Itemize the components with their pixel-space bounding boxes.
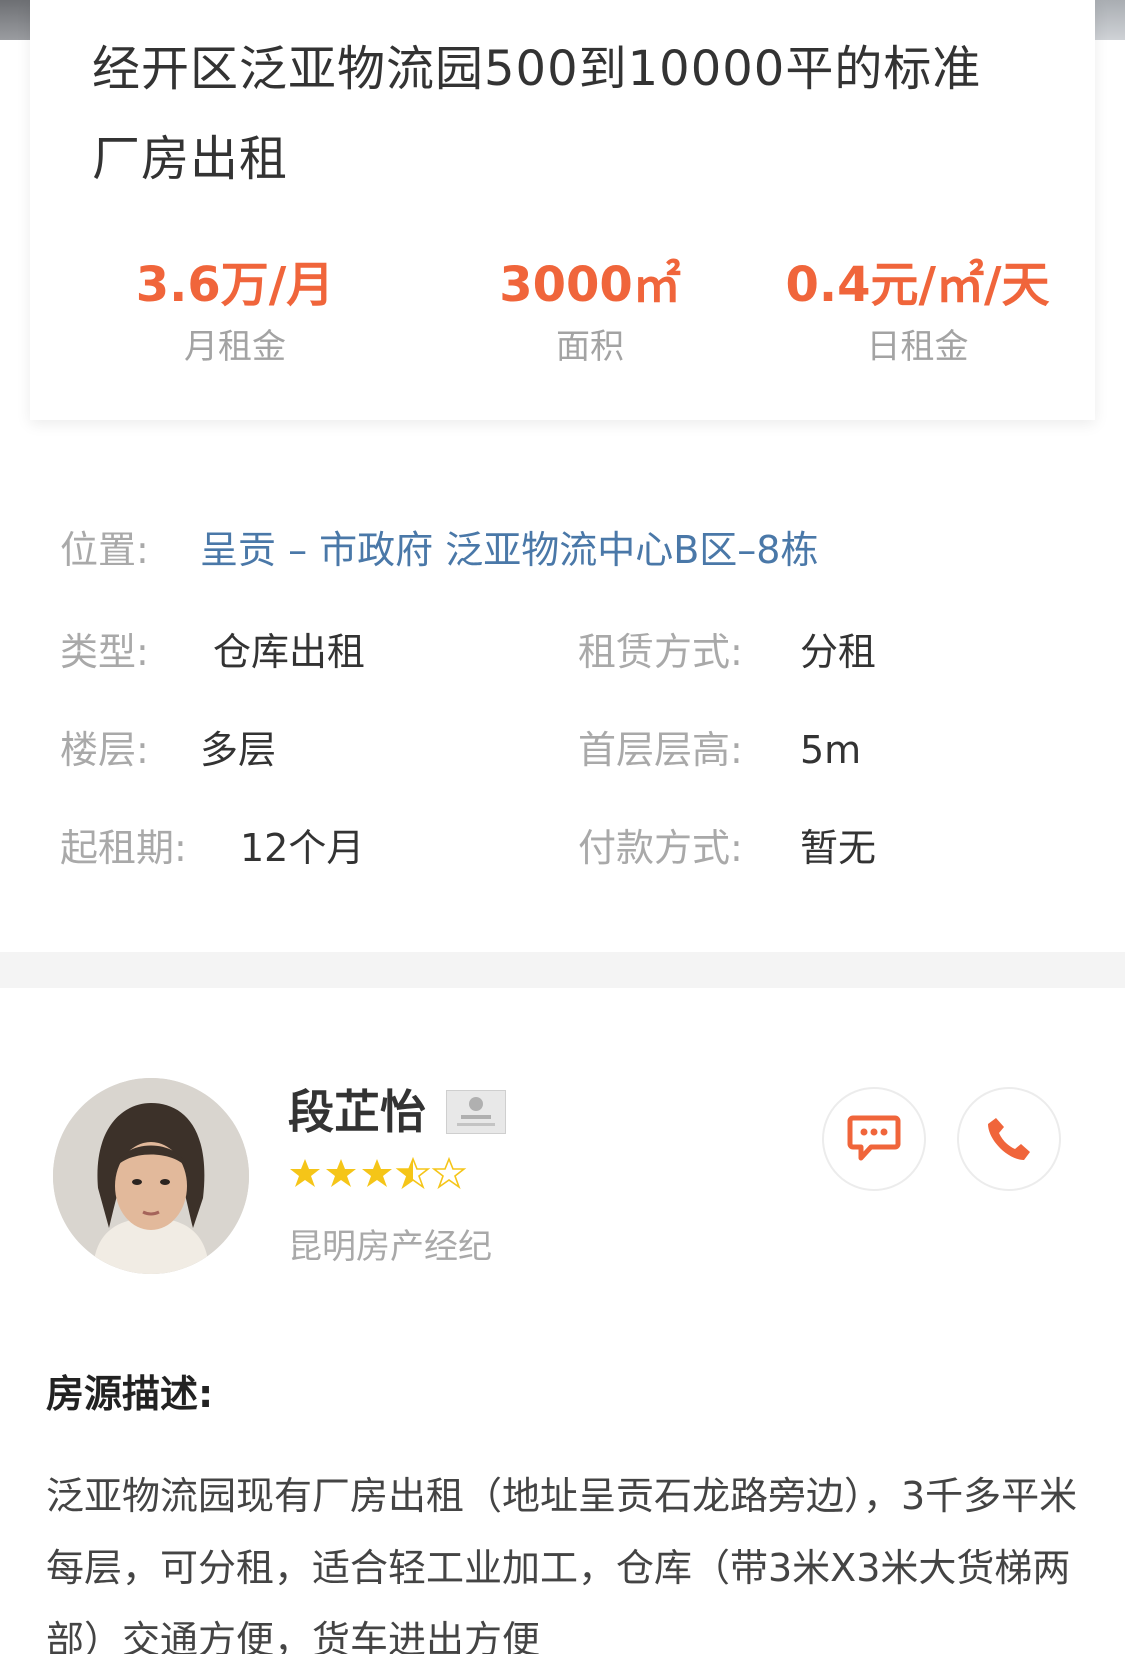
type-value: 仓库出租 [213,630,366,674]
description-title: 房源描述: [46,1372,214,1416]
floor-label: 楼层: [60,728,149,772]
location-label: 位置: [60,528,149,572]
term-label: 起租期: [60,826,187,870]
listing-detail-page: 经开区泛亚物流园500到10000平的标准厂房出租 3.6万/月 月租金 300… [0,0,1125,1654]
agent-name: 段芷怡 [288,1085,426,1139]
id-card-icon [446,1090,506,1134]
stat-daily-rent: 0.4元/㎡/天 日租金 [740,255,1095,369]
chat-icon [847,1115,901,1161]
agent-company: 昆明房产经纪 [288,1227,492,1267]
payment-value: 暂无 [800,826,877,870]
phone-icon [988,1118,1030,1160]
star-rating-icon [290,1156,467,1190]
lease-value: 分租 [800,630,877,674]
floor-value: 多层 [200,728,277,772]
header-photo [0,0,30,40]
detail-row: 起租期: 12个月 付款方式: 暂无 [0,818,1125,878]
agent-avatar[interactable] [53,1078,249,1274]
chat-button[interactable] [822,1087,926,1191]
type-label: 类型: [60,630,149,674]
stat-label: 面积 [556,327,624,367]
summary-card: 经开区泛亚物流园500到10000平的标准厂房出租 3.6万/月 月租金 300… [30,0,1095,420]
height-label: 首层层高: [578,728,743,772]
stat-label: 月租金 [184,327,286,367]
header-photo [1095,0,1125,40]
stat-monthly-rent: 3.6万/月 月租金 [30,255,440,369]
detail-row-location: 位置: 呈贡 – 市政府 泛亚物流中心B区–8栋 [0,520,1125,580]
detail-row: 楼层: 多层 首层层高: 5m [0,720,1125,780]
stat-value: 0.4元/㎡/天 [785,257,1050,313]
detail-row: 类型: 仓库出租 租赁方式: 分租 [0,622,1125,682]
stat-value: 3000㎡ [499,257,681,313]
agent-rating [288,1155,468,1195]
stat-value: 3.6万/月 [135,257,335,313]
call-button[interactable] [957,1087,1061,1191]
lease-label: 租赁方式: [578,630,743,674]
section-divider [0,952,1125,988]
stat-label: 日租金 [866,327,969,367]
location-link[interactable]: 呈贡 – 市政府 泛亚物流中心B区–8栋 [200,520,819,580]
listing-title: 经开区泛亚物流园500到10000平的标准厂房出租 [92,41,982,187]
price-stats: 3.6万/月 月租金 3000㎡ 面积 0.4元/㎡/天 日租金 [30,255,1095,369]
term-value: 12个月 [240,826,365,870]
description-text: 泛亚物流园现有厂房出租（地址呈贡石龙路旁边），3千多平米每层，可分租，适合轻工业… [46,1474,1078,1654]
avatar-photo [53,1078,249,1274]
payment-label: 付款方式: [578,826,743,870]
stat-area: 3000㎡ 面积 [440,255,740,369]
height-value: 5m [800,728,862,772]
